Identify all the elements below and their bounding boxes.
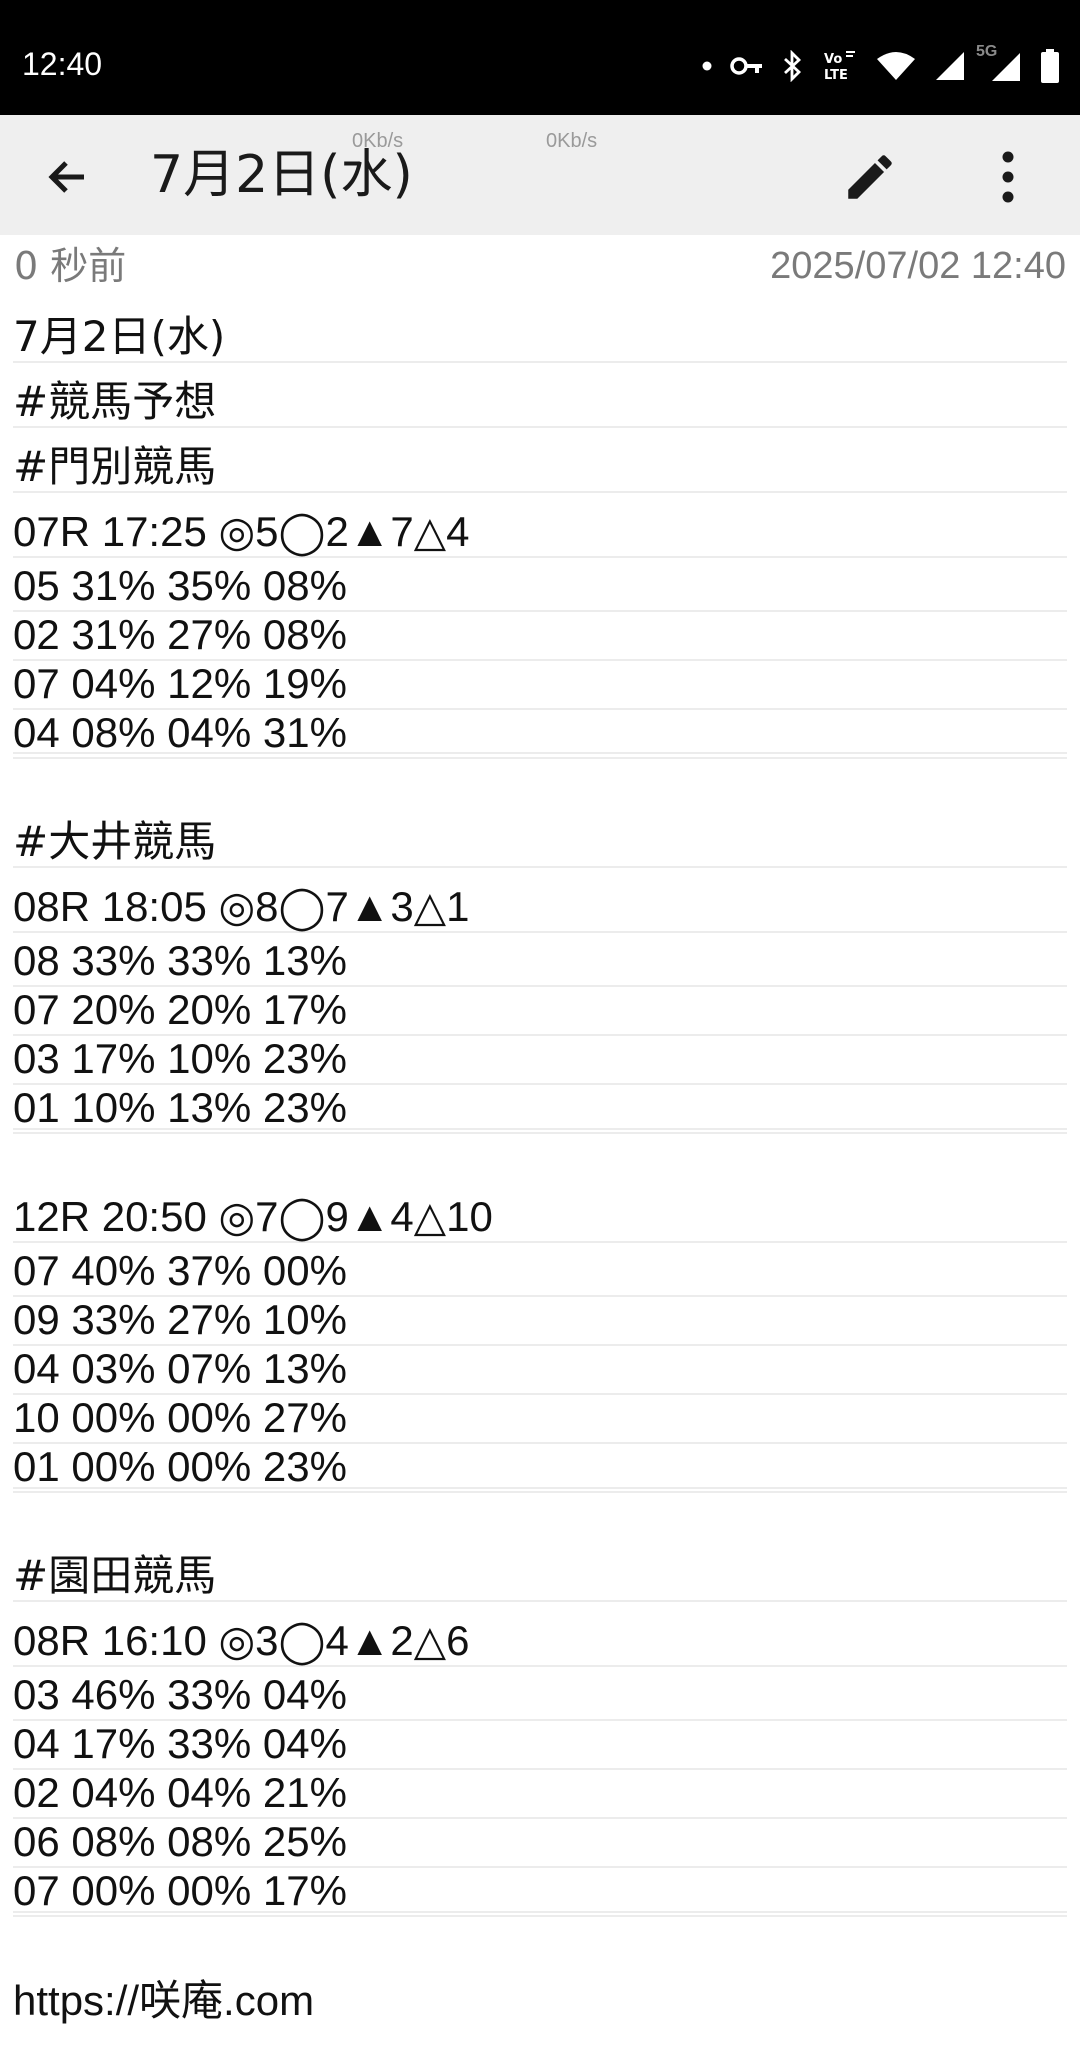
note-line: #門別競馬 [13,443,1067,493]
note-line: 01 00% 00% 23% [13,1443,1067,1493]
note-line: 05 31% 35% 08% [13,562,1067,612]
dot-icon [702,61,712,71]
note-line: 08 33% 33% 13% [13,937,1067,987]
status-time: 12:40 [22,46,103,82]
note-line: 04 17% 33% 04% [13,1720,1067,1770]
note-line: 08R 18:05 ◎8◯7▲3△1 [13,883,1067,933]
net-speed-indicator: 0Kb/s [546,130,598,152]
note-line: 02 04% 04% 21% [13,1769,1067,1819]
note-line: 07 00% 00% 17% [13,1867,1067,1917]
note-line: 07 40% 37% 00% [13,1247,1067,1297]
note-line: 7月2日(水) [13,313,1067,363]
note-line: #大井競馬 [13,818,1067,868]
more-options-button[interactable] [976,141,1040,213]
note-line: 07 20% 20% 17% [13,986,1067,1036]
back-button[interactable] [36,145,100,209]
note-line: #競馬予想 [13,378,1067,428]
net-speed-indicator: 0Kb/s [352,130,404,152]
note-line [13,1487,1067,1489]
note-line: 08R 16:10 ◎3◯4▲2△6 [13,1617,1067,1667]
note-line [13,1128,1067,1130]
note-line: 01 10% 13% 23% [13,1084,1067,1134]
status-icons: Vo LTE 5G [702,43,1060,86]
wifi-icon [877,52,915,80]
note-line [13,1911,1067,1913]
more-vert-icon [1002,151,1014,203]
edit-pencil-icon [848,155,892,199]
edit-button[interactable] [834,141,906,213]
note-line: 12R 20:50 ◎7◯9▲4△10 [13,1193,1067,1243]
signal-icon [936,52,964,80]
note-line: 04 03% 07% 13% [13,1345,1067,1395]
svg-text:LTE: LTE [824,68,848,82]
status-bar: 12:40 Vo LTE 5G [0,0,1080,115]
vpn-key-icon [730,57,762,75]
note-line: 09 33% 27% 10% [13,1296,1067,1346]
battery-icon [1041,49,1059,83]
note-line [13,752,1067,754]
note-line: 02 31% 27% 08% [13,611,1067,661]
note-line: 03 17% 10% 23% [13,1035,1067,1085]
note-line: 06 08% 08% 25% [13,1818,1067,1868]
relative-time: 0 秒前 [14,244,127,288]
note-line: 03 46% 33% 04% [13,1671,1067,1721]
svg-text:Vo: Vo [824,52,842,67]
note-line: 07R 17:25 ◎5◯2▲7△4 [13,508,1067,558]
volte-icon: Vo LTE [824,51,855,82]
note-line: #園田競馬 [13,1552,1067,1602]
signal-5g: 5G [976,43,1022,83]
app-bar: 7月2日(水) 0Kb/s 0Kb/s [0,115,1080,235]
note-line: 10 00% 00% 27% [13,1394,1067,1444]
signal-5g-icon [992,53,1020,81]
bluetooth-icon [784,50,802,82]
note-line: 07 04% 12% 19% [13,660,1067,710]
back-arrow-icon [48,161,84,193]
note-link[interactable]: https://咲庵.com [13,1977,1067,2025]
note-timestamp: 2025/07/02 12:40 [770,245,1066,287]
